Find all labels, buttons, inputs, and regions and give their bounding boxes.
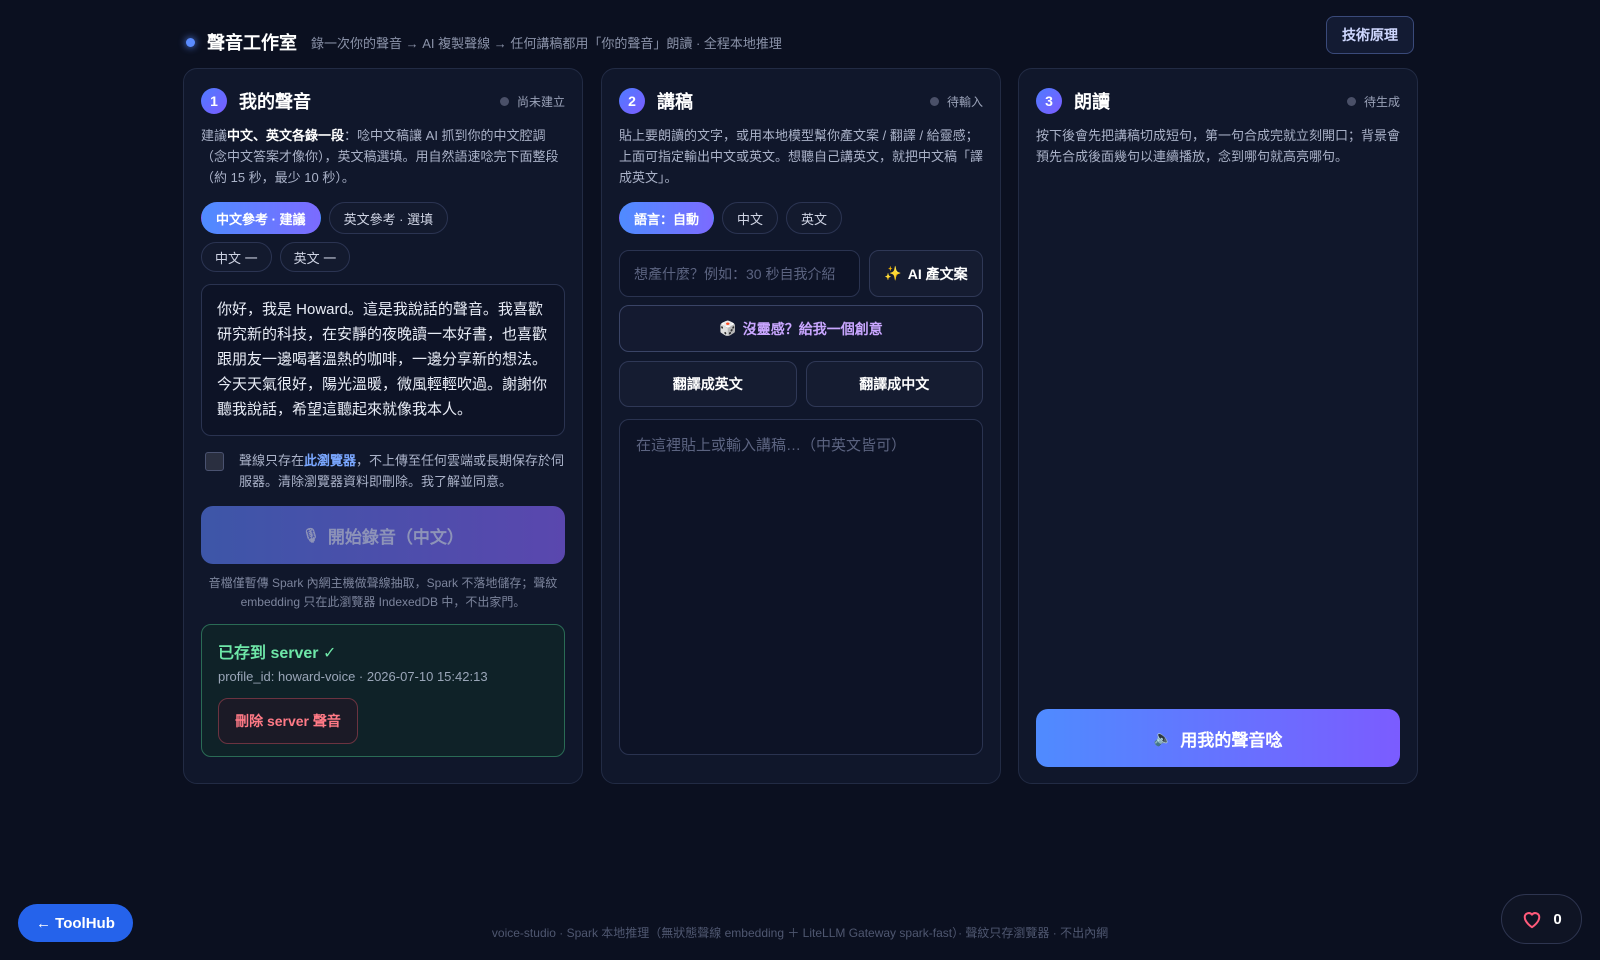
reference-script-text: 你好，我是 Howard。這是我說話的聲音。我喜歡研究新的科技，在安靜的夜晚讀一… xyxy=(201,284,565,436)
my-voice-panel: 1 我的聲音 尚未建立 建議中文、英文各錄一段：唸中文稿讓 AI 抓到你的中文腔… xyxy=(183,68,583,784)
panel-title: 講稿 xyxy=(657,92,693,112)
status-dot xyxy=(499,96,509,106)
panel-description: 建議中文、英文各錄一段：唸中文稿讓 AI 抓到你的中文腔調（念中文答案才像你），… xyxy=(201,128,559,185)
script-textarea[interactable] xyxy=(619,419,983,755)
step-number: 1 xyxy=(201,88,227,114)
panel-description: 貼上要朗讀的文字，或用本地模型幫你產文案 / 翻譯 / 給靈感；上面可指定輸出中… xyxy=(619,128,984,185)
translate-to-english-button[interactable]: 翻譯成英文 xyxy=(619,361,797,407)
lang-chinese-chip[interactable]: 中文 xyxy=(722,202,779,234)
english-script-selector[interactable]: 英文 一 xyxy=(279,242,351,272)
chinese-script-selector[interactable]: 中文 一 xyxy=(201,242,272,272)
status-text: 尚未建立 xyxy=(516,94,565,109)
like-count: 0 xyxy=(1553,910,1562,928)
script-panel: 2 講稿 待輸入 貼上要朗讀的文字，或用本地模型幫你產文案 / 翻譯 / 給靈感… xyxy=(601,68,1001,784)
profile-meta: profile_id: howard-voice · 2026-07-10 15… xyxy=(218,669,488,684)
status-badge: 待輸入 xyxy=(929,93,983,110)
footer-text: voice-studio · Spark 本地推理（無狀態聲線 embeddin… xyxy=(491,926,1109,940)
panel-title: 我的聲音 xyxy=(239,92,311,112)
panel-title: 朗讀 xyxy=(1074,92,1110,112)
toolhub-back-button[interactable]: ← ToolHub xyxy=(18,904,133,942)
step-number: 2 xyxy=(619,88,645,114)
status-text: 待生成 xyxy=(1363,94,1400,109)
ai-prompt-input[interactable] xyxy=(619,250,860,297)
saved-title: 已存到 server ✓ xyxy=(218,645,337,662)
consent-row: 聲線只存在此瀏覽器，不上傳至任何雲端或長期保存於伺服器。清除瀏覽器資料即刪除。我… xyxy=(201,450,565,492)
speaker-icon: 🔈 xyxy=(1153,730,1173,747)
status-dot xyxy=(186,37,195,47)
tech-principle-button[interactable]: 技術原理 xyxy=(1326,16,1414,54)
consent-text: 聲線只存在此瀏覽器，不上傳至任何雲端或長期保存於伺服器。清除瀏覽器資料即刪除。我… xyxy=(239,453,565,489)
privacy-note: 音檔僅暫傳 Spark 內網主機做聲線抽取，Spark 不落地儲存；聲紋 emb… xyxy=(208,576,558,609)
like-button[interactable]: 0 xyxy=(1501,894,1582,944)
tab-chinese-reference[interactable]: 中文參考 · 建議 xyxy=(201,202,321,234)
read-aloud-panel: 3 朗讀 待生成 按下後會先把講稿切成短句，第一句合成完就立刻開口；背景會預先合… xyxy=(1018,68,1418,784)
page-subtitle: 錄一次你的聲音 → AI 複製聲線 → 任何講稿都用「你的聲音」朗讀 · 全程本… xyxy=(311,35,782,51)
sparkle-icon: ✨ xyxy=(884,265,902,281)
status-dot xyxy=(929,96,939,106)
status-badge: 尚未建立 xyxy=(499,93,565,110)
translate-to-chinese-button[interactable]: 翻譯成中文 xyxy=(805,361,983,407)
panel-description: 按下後會先把講稿切成短句，第一句合成完就立刻開口；背景會預先合成後面幾句以連續播… xyxy=(1036,128,1401,164)
read-with-my-voice-button[interactable]: 🔈 用我的聲音唸 xyxy=(1036,709,1400,767)
status-badge: 待生成 xyxy=(1346,93,1400,110)
tab-english-reference[interactable]: 英文參考 · 選填 xyxy=(328,202,449,234)
random-idea-button[interactable]: 🎲 沒靈感？給我一個創意 xyxy=(619,305,983,352)
status-dot xyxy=(1346,96,1356,106)
status-text: 待輸入 xyxy=(946,94,983,109)
step-number: 3 xyxy=(1036,88,1062,114)
lang-auto-chip[interactable]: 語言：自動 xyxy=(619,202,715,234)
page-title: 聲音工作室 xyxy=(207,33,297,53)
saved-server-card: 已存到 server ✓ profile_id: howard-voice · … xyxy=(201,624,565,757)
microphone-icon: 🎙 xyxy=(302,526,320,543)
start-recording-button[interactable]: 🎙 開始錄音（中文） xyxy=(201,506,565,564)
dice-icon: 🎲 xyxy=(719,320,737,336)
lang-english-chip[interactable]: 英文 xyxy=(786,202,843,234)
heart-icon xyxy=(1524,912,1541,929)
app-header: 聲音工作室 錄一次你的聲音 → AI 複製聲線 → 任何講稿都用「你的聲音」朗讀… xyxy=(186,16,1414,64)
consent-checkbox[interactable] xyxy=(205,452,224,471)
delete-server-voice-button[interactable]: 刪除 server 聲音 xyxy=(218,698,358,744)
ai-generate-button[interactable]: ✨ AI 產文案 xyxy=(869,250,983,297)
